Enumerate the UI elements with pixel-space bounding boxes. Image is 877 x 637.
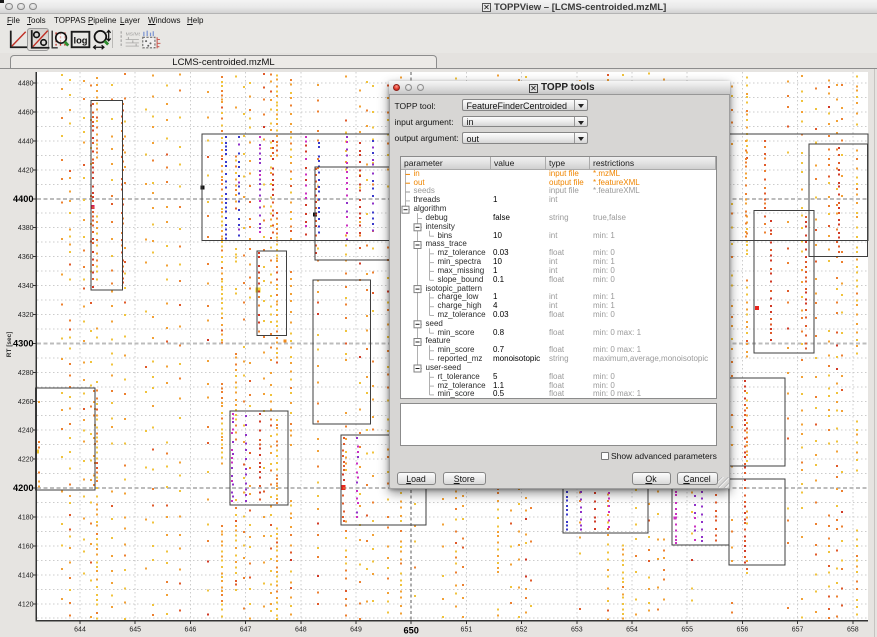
svg-text:4380: 4380 (18, 225, 34, 232)
svg-text:4260: 4260 (18, 399, 34, 406)
svg-text:649: 649 (350, 627, 362, 634)
svg-text:652: 652 (516, 627, 528, 634)
svg-text:658: 658 (847, 627, 859, 634)
svg-text:646: 646 (185, 627, 197, 634)
svg-text:648: 648 (295, 627, 307, 634)
svg-text:655: 655 (681, 627, 693, 634)
svg-text:650: 650 (404, 626, 419, 636)
svg-text:4360: 4360 (18, 254, 34, 261)
svg-text:4200: 4200 (13, 483, 33, 493)
svg-text:4220: 4220 (18, 457, 34, 464)
svg-text:651: 651 (461, 627, 473, 634)
svg-text:647: 647 (240, 627, 252, 634)
svg-text:4300: 4300 (13, 339, 33, 349)
svg-text:4320: 4320 (18, 312, 34, 319)
svg-text:4280: 4280 (18, 370, 34, 377)
svg-text:4160: 4160 (18, 543, 34, 550)
svg-text:644: 644 (74, 627, 86, 634)
svg-text:654: 654 (626, 627, 638, 634)
svg-text:4440: 4440 (18, 138, 34, 145)
svg-text:4240: 4240 (18, 428, 34, 435)
svg-text:RT [sec]: RT [sec] (6, 332, 13, 358)
svg-text:4340: 4340 (18, 283, 34, 290)
svg-text:4420: 4420 (18, 167, 34, 174)
svg-text:653: 653 (571, 627, 583, 634)
svg-text:657: 657 (792, 627, 804, 634)
svg-text:656: 656 (737, 627, 749, 634)
svg-text:4120: 4120 (18, 601, 34, 608)
svg-text:MS/MS: MS/MS (126, 32, 140, 38)
svg-text:4180: 4180 (18, 515, 34, 522)
svg-text:log: log (73, 34, 87, 45)
svg-text:645: 645 (129, 627, 141, 634)
svg-text:4460: 4460 (18, 110, 34, 117)
svg-text:4480: 4480 (18, 81, 34, 88)
svg-text:4140: 4140 (18, 572, 34, 579)
svg-text:4400: 4400 (13, 194, 33, 204)
